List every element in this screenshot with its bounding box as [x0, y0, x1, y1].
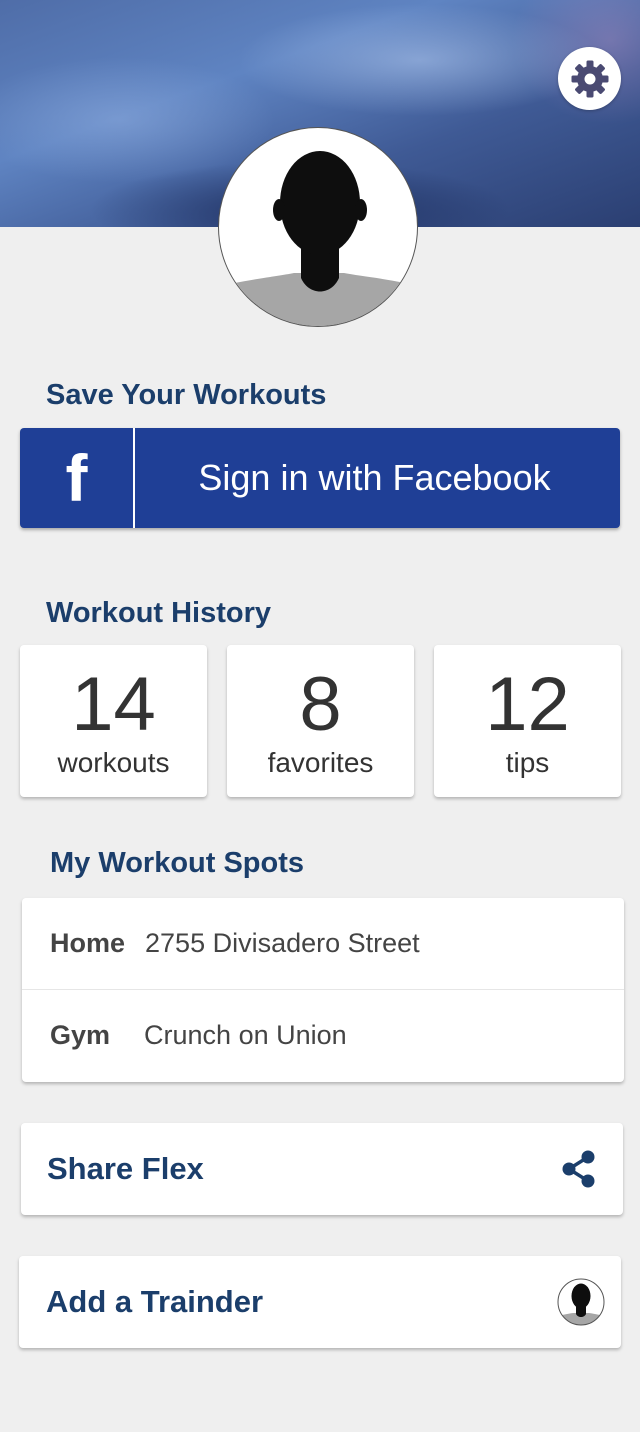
stat-card-favorites[interactable]: 8 favorites: [227, 645, 414, 797]
stat-card-workouts[interactable]: 14 workouts: [20, 645, 207, 797]
stat-value: 12: [485, 662, 570, 747]
gear-icon: [571, 60, 608, 97]
workout-spots-title: My Workout Spots: [50, 847, 305, 879]
spot-row-gym[interactable]: Gym Crunch on Union: [22, 989, 624, 1081]
spot-value: Crunch on Union: [144, 1020, 347, 1050]
share-flex-label: Share Flex: [47, 1151, 204, 1186]
workout-spots-list: Home 2755 Divisadero Street Gym Crunch o…: [22, 898, 624, 1082]
stat-label: workouts: [57, 747, 170, 778]
add-trainder-label: Add a Trainder: [46, 1284, 264, 1319]
stat-label: tips: [505, 747, 550, 778]
facebook-signin-label: Sign in with Facebook: [198, 457, 551, 498]
share-flex-button[interactable]: Share Flex: [21, 1123, 623, 1215]
facebook-signin-button[interactable]: f Sign in with Facebook: [20, 428, 620, 528]
facebook-icon: f: [20, 428, 135, 528]
settings-button[interactable]: [558, 47, 621, 110]
spot-key: Gym: [50, 1020, 111, 1050]
share-icon: [562, 1150, 595, 1188]
save-workouts-title: Save Your Workouts: [46, 379, 327, 411]
person-silhouette-icon: [219, 151, 417, 326]
stat-value: 14: [71, 662, 156, 747]
workout-history-title: Workout History: [46, 597, 272, 629]
person-silhouette-icon: [557, 1278, 605, 1326]
spot-key: Home: [50, 928, 126, 958]
spot-row-home[interactable]: Home 2755 Divisadero Street: [22, 898, 624, 989]
add-trainder-button[interactable]: Add a Trainder: [19, 1256, 621, 1348]
stat-value: 8: [299, 662, 342, 747]
spot-value: 2755 Divisadero Street: [145, 928, 420, 958]
stat-card-tips[interactable]: 12 tips: [434, 645, 621, 797]
profile-avatar[interactable]: [218, 127, 418, 327]
stat-label: favorites: [267, 747, 374, 778]
